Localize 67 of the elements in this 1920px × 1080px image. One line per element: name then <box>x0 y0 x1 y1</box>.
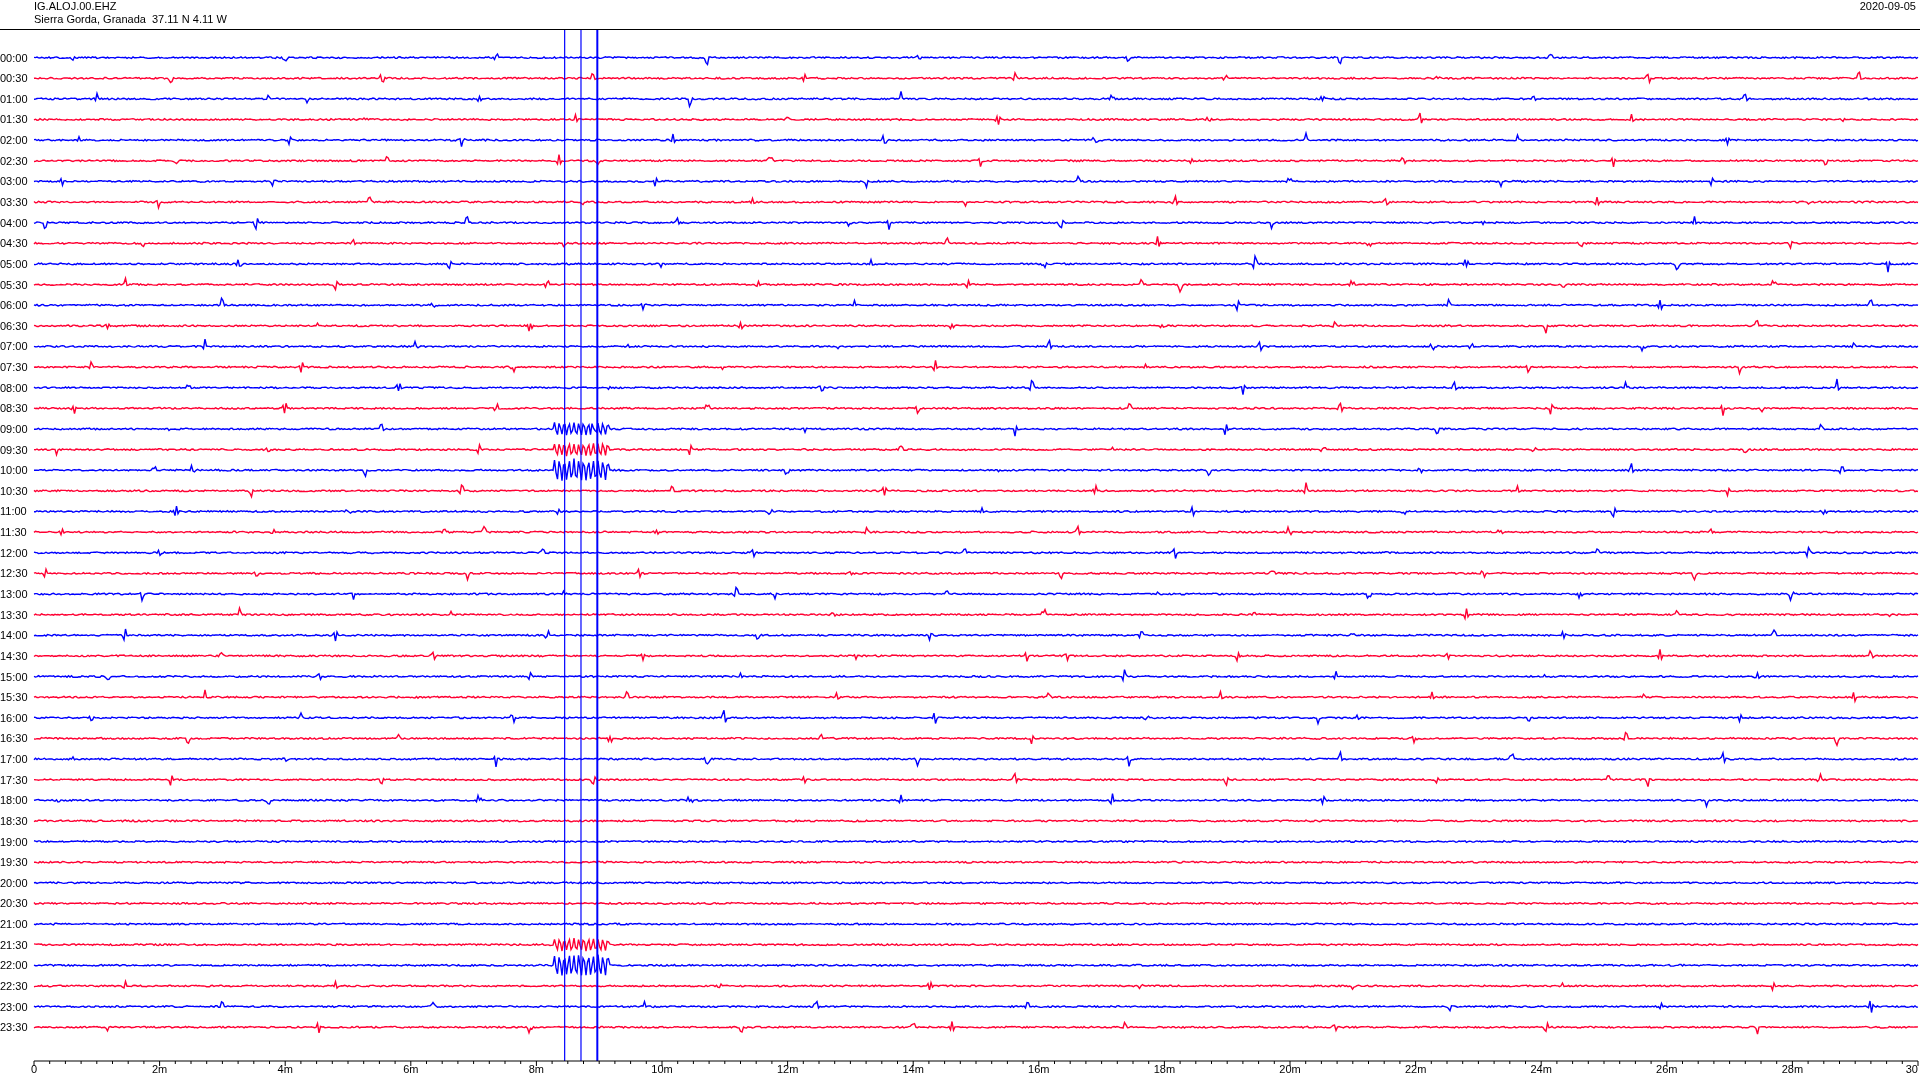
time-label: 08:00 <box>0 381 28 394</box>
time-label: 14:30 <box>0 649 28 662</box>
time-label: 11:00 <box>0 505 27 518</box>
time-label: 02:00 <box>0 134 28 147</box>
station-location: Sierra Gorda, Granada 37.11 N 4.11 W <box>34 13 227 26</box>
axis-tick-label: 22m <box>1404 1063 1427 1075</box>
time-label: 15:30 <box>0 691 28 704</box>
time-label: 18:00 <box>0 794 28 807</box>
time-label: 00:00 <box>0 51 28 64</box>
station-code: IG.ALOJ.00.EHZ <box>34 0 118 13</box>
axis-tick-label: 16m <box>1028 1063 1050 1075</box>
time-label: 12:30 <box>0 567 28 580</box>
time-label: 00:30 <box>0 72 28 85</box>
time-label: 16:00 <box>0 711 28 724</box>
time-label: 18:30 <box>0 814 28 827</box>
axis-tick-label: 4m <box>277 1063 293 1075</box>
axis-tick-label: 30 <box>1905 1063 1918 1075</box>
time-label: 03:00 <box>0 175 28 188</box>
time-label: 22:30 <box>0 979 28 992</box>
axis-tick-label: 26m <box>1656 1063 1678 1075</box>
axis-tick-label: 28m <box>1781 1063 1804 1075</box>
axis-tick-label: 20m <box>1279 1063 1301 1075</box>
axis-tick-label: 8m <box>528 1063 545 1075</box>
time-label: 17:30 <box>0 773 28 786</box>
time-label: 14:00 <box>0 629 28 642</box>
time-label: 12:00 <box>0 546 28 559</box>
time-label: 21:30 <box>0 938 28 951</box>
time-label: 19:30 <box>0 856 28 869</box>
time-label: 22:00 <box>0 959 28 972</box>
time-label: 04:00 <box>0 216 28 229</box>
axis-tick-label: 18m <box>1153 1063 1176 1075</box>
time-label: 04:30 <box>0 237 28 250</box>
time-label: 05:00 <box>0 257 28 270</box>
axis-tick-label: 2m <box>151 1063 168 1075</box>
time-label: 20:00 <box>0 876 28 889</box>
time-label: 01:30 <box>0 113 28 126</box>
time-label: 13:30 <box>0 608 28 621</box>
time-label: 09:30 <box>0 443 28 456</box>
time-label: 05:30 <box>0 278 28 291</box>
time-label: 08:30 <box>0 402 28 415</box>
time-label: 10:00 <box>0 464 28 477</box>
time-label: 06:30 <box>0 319 28 332</box>
axis-tick-label: 10m <box>651 1063 673 1075</box>
time-label: 20:30 <box>0 897 28 910</box>
time-label: 07:00 <box>0 340 28 353</box>
axis-tick-label: 6m <box>403 1063 419 1075</box>
time-label: 13:00 <box>0 588 28 600</box>
time-label: 02:30 <box>0 154 28 167</box>
time-label: 11:30 <box>0 526 27 539</box>
time-label: 10:30 <box>0 484 28 497</box>
time-label: 07:30 <box>0 361 28 374</box>
time-label: 23:30 <box>0 1021 28 1034</box>
time-label: 15:00 <box>0 670 28 683</box>
time-label: 01:00 <box>0 92 28 105</box>
time-label: 17:00 <box>0 753 28 765</box>
axis-tick-label: 12m <box>776 1063 799 1075</box>
time-label: 06:00 <box>0 299 28 312</box>
time-label: 03:30 <box>0 196 28 208</box>
time-label: 21:00 <box>0 918 28 931</box>
axis-tick-label: 0 <box>30 1063 38 1075</box>
axis-tick-label: 24m <box>1530 1063 1552 1075</box>
date-label: 2020-09-05 <box>1859 0 1916 12</box>
axis-tick-label: 14m <box>902 1063 924 1075</box>
time-label: 09:00 <box>0 422 28 435</box>
time-label: 16:30 <box>0 732 28 745</box>
time-label: 23:00 <box>0 1000 28 1013</box>
time-label: 19:00 <box>0 835 28 848</box>
